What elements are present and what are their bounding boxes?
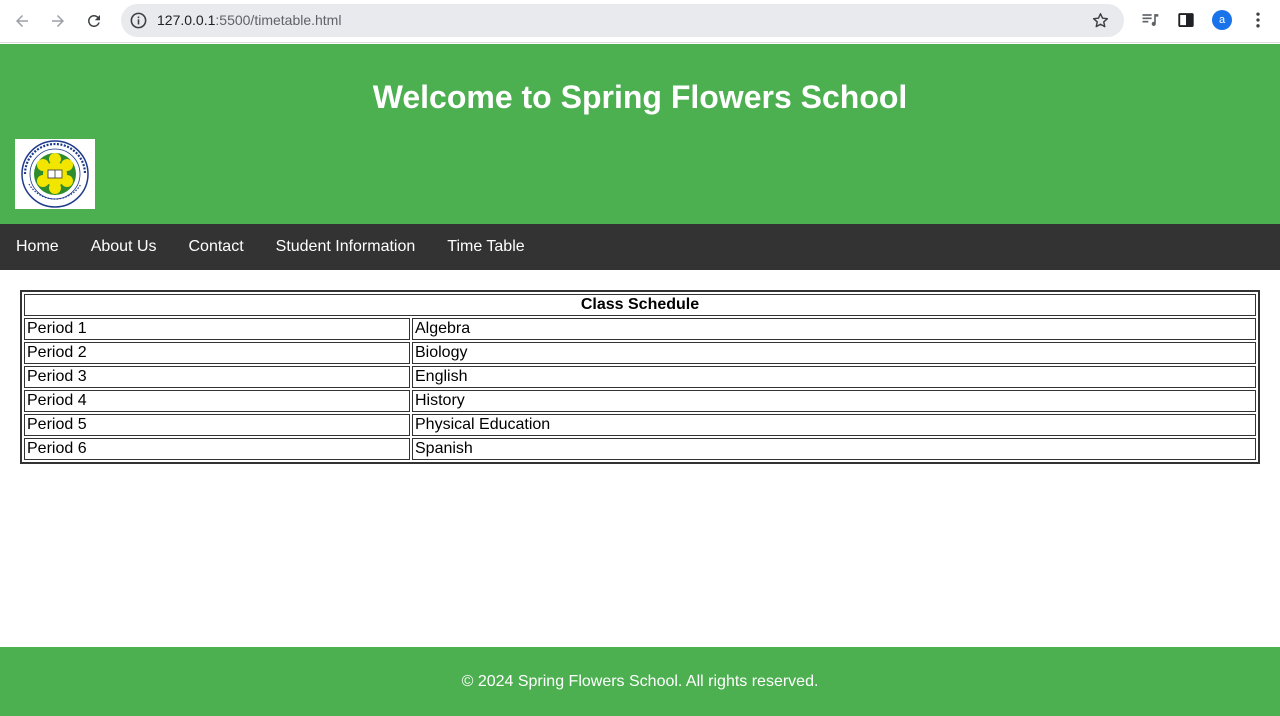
period-cell: Period 3 [24,366,410,388]
nav-link-time-table[interactable]: Time Table [431,224,540,270]
period-cell: Period 1 [24,318,410,340]
back-icon [16,15,28,27]
school-logo-icon [21,140,89,208]
period-cell: Period 6 [24,438,410,460]
nav-link-about-us[interactable]: About Us [75,224,173,270]
main-nav: Home About Us Contact Student Informatio… [0,224,1280,270]
kebab-menu-icon[interactable] [1248,10,1268,30]
class-schedule-table: Class Schedule Period 1 Algebra Period 2… [20,290,1260,464]
reload-icon [87,14,100,27]
page-content: Welcome to Spring Flowers School Home Ab… [0,44,1280,716]
period-cell: Period 2 [24,342,410,364]
subject-cell: Algebra [412,318,1256,340]
browser-toolbar: 127.0.0.1:5500/timetable.html a [0,0,1280,43]
media-controls-icon[interactable] [1140,10,1160,30]
subject-cell: Physical Education [412,414,1256,436]
profile-avatar[interactable]: a [1212,10,1232,30]
subject-cell: History [412,390,1256,412]
table-caption: Class Schedule [24,294,1256,316]
subject-cell: Biology [412,342,1256,364]
url-text[interactable]: 127.0.0.1:5500/timetable.html [157,12,341,28]
table-row: Period 6 Spanish [24,438,1256,460]
table-header-row: Class Schedule [24,294,1256,316]
table-row: Period 3 English [24,366,1256,388]
url-host: 127.0.0.1 [157,12,216,28]
side-panel-icon[interactable] [1177,11,1195,29]
site-header: Welcome to Spring Flowers School [0,44,1280,224]
url-path: :5500/timetable.html [215,12,342,28]
table-row: Period 4 History [24,390,1256,412]
subject-cell: English [412,366,1256,388]
forward-icon [52,15,64,27]
table-row: Period 1 Algebra [24,318,1256,340]
nav-link-contact[interactable]: Contact [173,224,260,270]
period-cell: Period 4 [24,390,410,412]
site-footer: © 2024 Spring Flowers School. All rights… [0,647,1280,716]
page-title: Welcome to Spring Flowers School [372,79,908,115]
address-bar[interactable]: 127.0.0.1:5500/timetable.html [121,4,1124,37]
nav-link-student-information[interactable]: Student Information [260,224,432,270]
table-row: Period 5 Physical Education [24,414,1256,436]
site-info-icon[interactable] [129,11,148,30]
subject-cell: Spanish [412,438,1256,460]
forward-button[interactable] [45,8,71,34]
footer-copyright: © 2024 Spring Flowers School. All rights… [461,673,819,690]
back-button[interactable] [9,8,35,34]
nav-link-home[interactable]: Home [0,224,75,270]
schedule-container: Class Schedule Period 1 Algebra Period 2… [20,290,1260,464]
school-logo [15,139,95,209]
period-cell: Period 5 [24,414,410,436]
bookmark-star-icon[interactable] [1091,11,1110,30]
table-row: Period 2 Biology [24,342,1256,364]
reload-button[interactable] [81,8,107,34]
